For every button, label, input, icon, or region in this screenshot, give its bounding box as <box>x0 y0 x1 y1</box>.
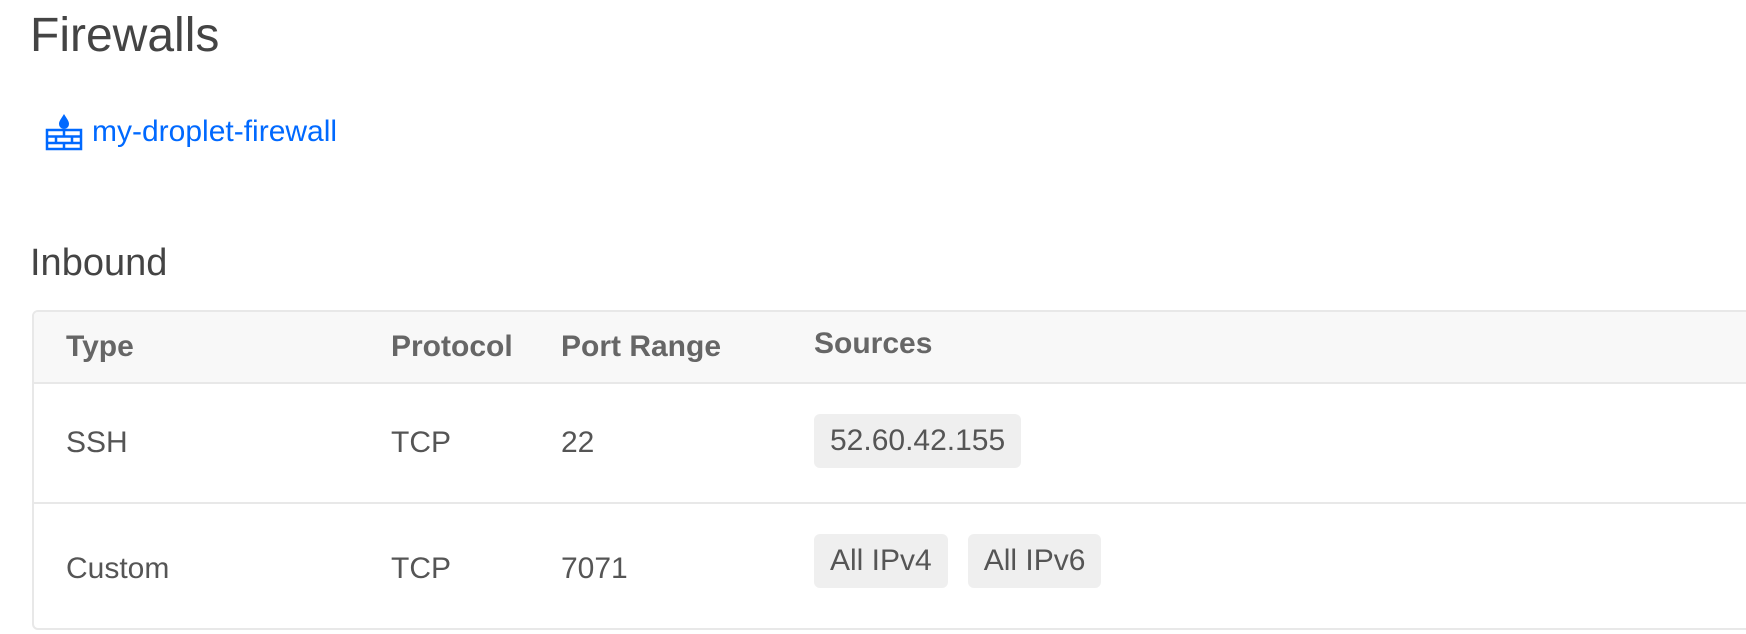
rule-type: Custom <box>66 552 170 585</box>
table-row: Custom TCP 7071 All IPv4 All IPv6 <box>34 504 1746 628</box>
firewall-icon <box>44 112 84 152</box>
column-header-sources: Sources <box>814 327 933 360</box>
rule-type: SSH <box>66 426 128 459</box>
source-chip: All IPv6 <box>967 534 1102 588</box>
firewall-link[interactable]: my-droplet-firewall <box>44 112 337 152</box>
page-title: Firewalls <box>30 9 220 62</box>
rule-protocol: TCP <box>391 552 451 585</box>
rule-protocol: TCP <box>391 426 451 459</box>
source-chip: All IPv4 <box>814 534 948 588</box>
rule-port-range: 7071 <box>561 552 628 585</box>
rule-sources: All IPv4 All IPv6 <box>814 504 1102 628</box>
inbound-section-title: Inbound <box>30 242 168 284</box>
source-chip: 52.60.42.155 <box>814 414 1022 468</box>
table-row: SSH TCP 22 52.60.42.155 <box>34 384 1746 504</box>
rule-sources: 52.60.42.155 <box>814 384 1022 502</box>
column-header-type: Type <box>66 330 134 363</box>
column-header-protocol: Protocol <box>391 330 513 363</box>
table-header: Type Protocol Port Range Sources <box>34 312 1746 384</box>
column-header-port-range: Port Range <box>561 330 722 363</box>
inbound-rules-table: Type Protocol Port Range Sources SSH TCP… <box>32 310 1746 630</box>
firewall-link-label: my-droplet-firewall <box>92 115 338 148</box>
rule-port-range: 22 <box>561 426 595 459</box>
